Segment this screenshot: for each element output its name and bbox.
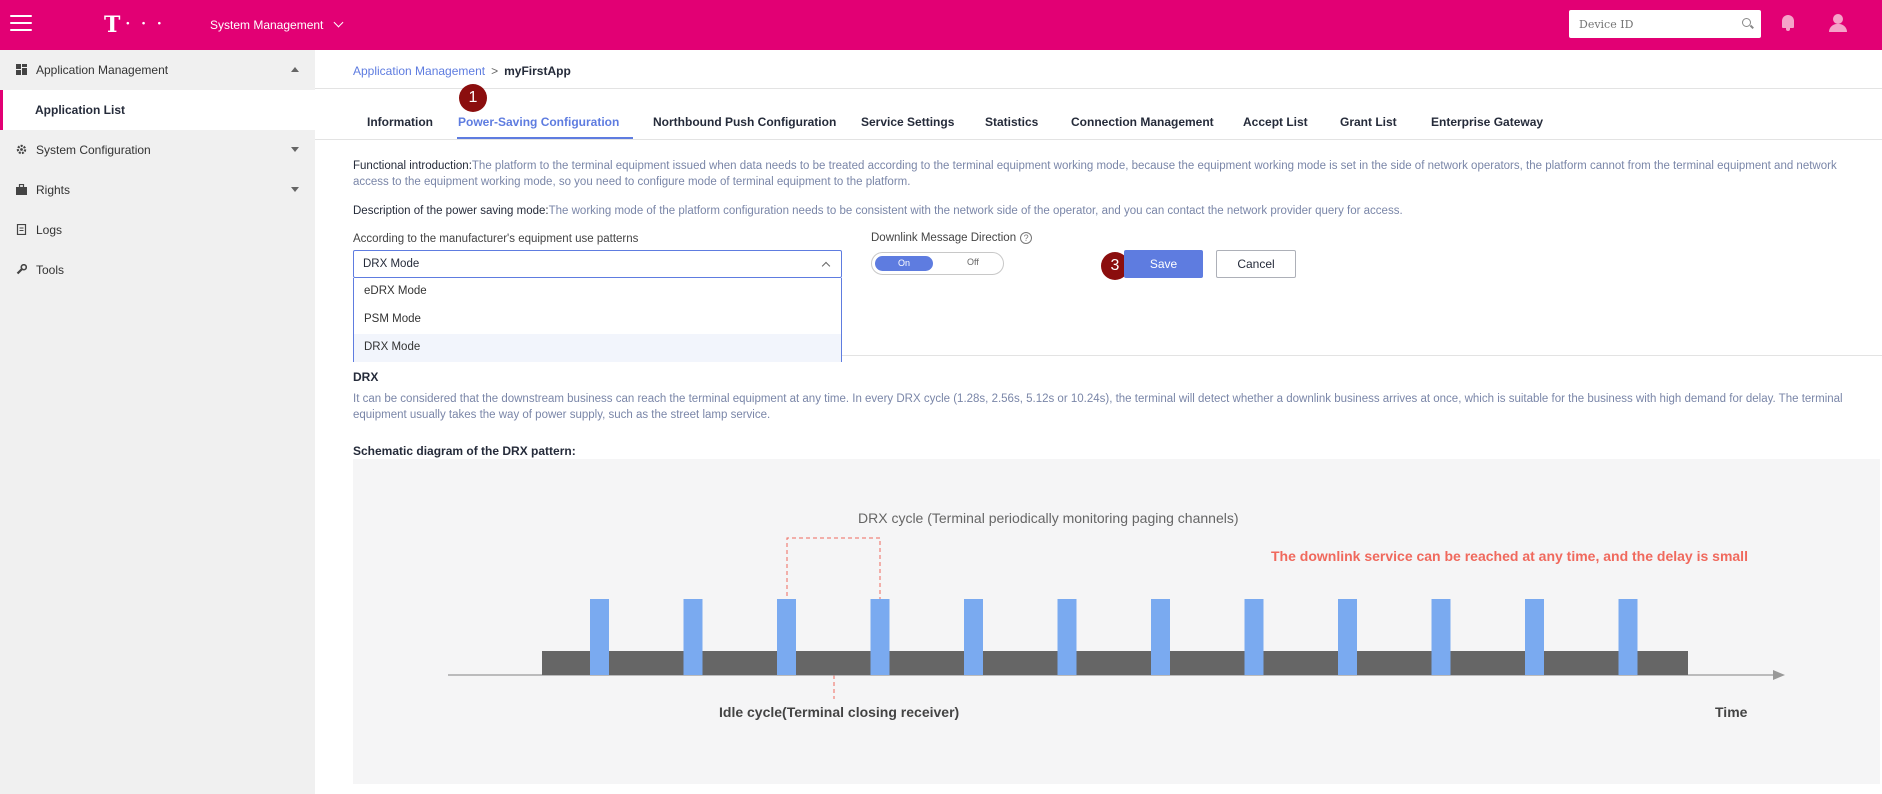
drx-pulse	[590, 599, 609, 675]
breadcrumb-separator: >	[491, 64, 499, 78]
downlink-direction-toggle[interactable]: On Off	[871, 252, 1004, 275]
divider	[315, 139, 1882, 140]
downlink-direction-label: Downlink Message Direction?	[871, 232, 1033, 244]
hamburger-menu-icon[interactable]	[10, 15, 32, 33]
drx-pulse	[964, 599, 983, 675]
device-search	[1569, 10, 1761, 38]
sidebar-item-system-configuration[interactable]: System Configuration	[0, 130, 315, 170]
chevron-down-icon	[333, 17, 344, 28]
sidebar-item-label: System Configuration	[36, 143, 151, 157]
diagram-title: Schematic diagram of the DRX pattern:	[353, 444, 576, 458]
gear-icon	[16, 144, 27, 155]
cycle-bracket	[786, 537, 881, 603]
drx-pulse	[1525, 599, 1544, 675]
tab-statistics[interactable]: Statistics	[985, 105, 1038, 139]
expand-arrow-icon	[291, 147, 299, 152]
sidebar-item-label: Rights	[36, 183, 71, 197]
sidebar-item-label: Application Management	[36, 63, 169, 77]
toggle-off[interactable]: Off	[967, 257, 979, 267]
tab-grant-list[interactable]: Grant List	[1340, 105, 1397, 139]
description-text: The working mode of the platform configu…	[548, 205, 1403, 217]
search-icon[interactable]	[1742, 18, 1751, 27]
mode-option-drx[interactable]: DRX Mode	[354, 334, 841, 362]
collapse-arrow-icon	[291, 67, 299, 72]
toggle-on[interactable]: On	[875, 256, 933, 271]
power-saving-description: Description of the power saving mode:The…	[353, 203, 1875, 219]
drx-pulse	[1618, 599, 1638, 675]
save-button[interactable]: Save	[1124, 250, 1203, 278]
top-bar: T · · · System Management	[0, 0, 1882, 50]
grid-icon	[16, 64, 27, 75]
intro-label: Functional introduction:	[353, 160, 472, 172]
tab-connection-management[interactable]: Connection Management	[1071, 105, 1214, 139]
tab-northbound-push-configuration[interactable]: Northbound Push Configuration	[653, 105, 836, 139]
intro-text: The platform to the terminal equipment i…	[353, 160, 1837, 188]
briefcase-icon	[16, 184, 27, 195]
notification-bell-icon[interactable]	[1780, 14, 1796, 32]
sidebar-item-tools[interactable]: Tools	[0, 250, 315, 290]
drx-schematic-diagram: DRX cycle (Terminal periodically monitor…	[353, 459, 1880, 784]
idle-bar	[542, 651, 1688, 675]
drx-pulse	[683, 599, 703, 675]
tab-information[interactable]: Information	[367, 105, 433, 139]
functional-introduction: Functional introduction:The platform to …	[353, 158, 1875, 190]
drx-pulse	[870, 599, 890, 675]
mode-select-value: DRX Mode	[363, 258, 420, 270]
mode-select[interactable]: DRX Mode	[353, 250, 842, 278]
sidebar-item-rights[interactable]: Rights	[0, 170, 315, 210]
idle-cycle-label: Idle cycle(Terminal closing receiver)	[719, 704, 959, 720]
divider	[315, 88, 1882, 89]
user-avatar-icon[interactable]	[1829, 14, 1847, 32]
description-label: Description of the power saving mode:	[353, 205, 549, 217]
mode-dropdown: eDRX Mode PSM Mode DRX Mode	[353, 278, 842, 362]
breadcrumb-current: myFirstApp	[504, 64, 571, 78]
sidebar: Application Management Application List …	[0, 50, 315, 794]
drx-pulse	[1057, 599, 1077, 675]
cancel-button[interactable]: Cancel	[1216, 250, 1296, 278]
sidebar-item-label: Tools	[36, 263, 65, 277]
drx-pulse	[1431, 599, 1451, 675]
drx-pulse	[777, 599, 796, 675]
sidebar-item-label: Logs	[36, 223, 63, 237]
drx-diagram-svg: DRX cycle (Terminal periodically monitor…	[448, 510, 1785, 720]
telekom-logo: T · · ·	[104, 12, 165, 38]
drx-pulse	[1244, 599, 1264, 675]
sidebar-item-application-list[interactable]: Application List	[0, 90, 315, 130]
breadcrumb-link-application-management[interactable]: Application Management	[353, 64, 485, 78]
expand-arrow-icon	[291, 187, 299, 192]
chevron-up-icon	[821, 261, 831, 271]
sidebar-item-application-management[interactable]: Application Management	[0, 50, 315, 90]
divider	[842, 355, 1882, 356]
mode-option-edrx[interactable]: eDRX Mode	[354, 278, 841, 306]
tab-service-settings[interactable]: Service Settings	[861, 105, 954, 139]
mode-option-psm[interactable]: PSM Mode	[354, 306, 841, 334]
wrench-icon	[16, 264, 27, 275]
downlink-note: The downlink service can be reached at a…	[1271, 548, 1748, 564]
drx-title: DRX	[353, 370, 379, 384]
help-icon[interactable]: ?	[1020, 232, 1033, 244]
breadcrumb: Application Management > myFirstApp	[353, 64, 571, 78]
tab-enterprise-gateway[interactable]: Enterprise Gateway	[1431, 105, 1543, 139]
drx-pulse	[1151, 599, 1170, 675]
step-marker-1: 1	[459, 84, 487, 112]
tab-power-saving-configuration[interactable]: Power-Saving Configuration	[457, 105, 634, 139]
sidebar-item-logs[interactable]: Logs	[0, 210, 315, 250]
time-label: Time	[1715, 704, 1748, 720]
system-management-menu[interactable]: System Management	[210, 17, 344, 32]
time-axis-arrow-icon	[1773, 670, 1785, 680]
drx-description: It can be considered that the downstream…	[353, 393, 1843, 421]
mode-label: According to the manufacturer's equipmen…	[353, 233, 639, 245]
tab-accept-list[interactable]: Accept List	[1243, 105, 1308, 139]
device-id-search-input[interactable]	[1569, 10, 1729, 38]
drx-cycle-label: DRX cycle (Terminal periodically monitor…	[858, 510, 1239, 526]
doc-icon	[16, 224, 27, 235]
drx-pulse	[1338, 599, 1357, 675]
sidebar-subitem-label: Application List	[35, 103, 125, 117]
